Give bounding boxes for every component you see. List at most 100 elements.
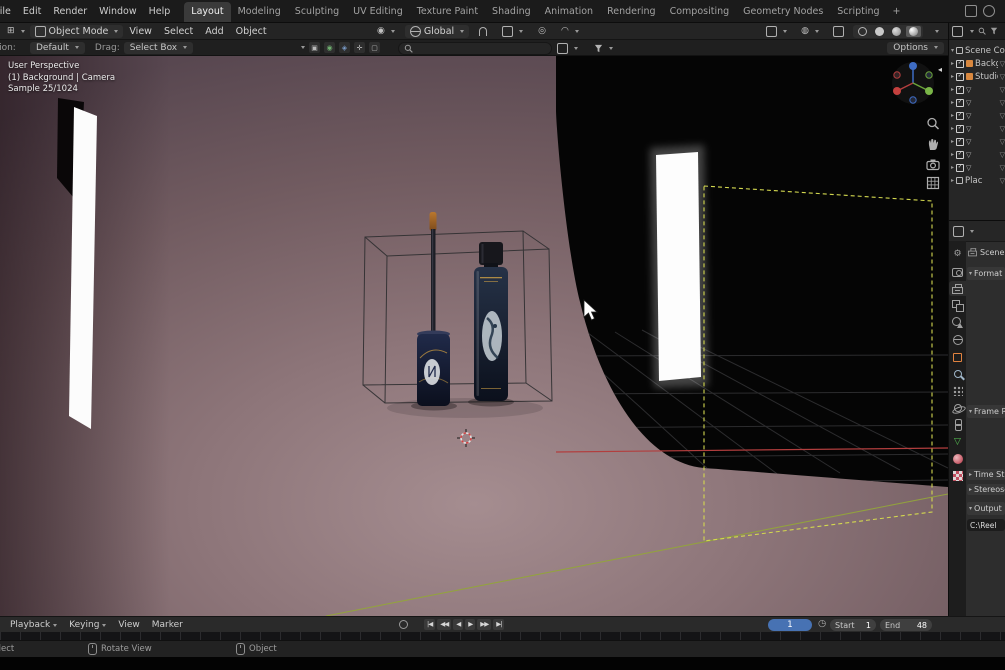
render-visibility-icon[interactable]: ▽ [1000,177,1005,185]
expand-arrow-icon[interactable]: ▸ [951,151,954,158]
render-visibility-icon[interactable]: ▽ [1000,125,1005,133]
pivot-point-dropdown[interactable]: ◉ [372,25,400,37]
prev-keyframe-button[interactable]: ◀◀ [437,619,452,630]
show-overlays-dropdown[interactable]: ◍ [796,25,824,37]
sidebar-expand-arrow[interactable]: ◂ [938,65,942,74]
object-checkbox[interactable]: ✓ [956,85,965,94]
pan-hand-icon[interactable] [925,136,941,152]
tab-animation[interactable]: Animation [538,2,600,22]
shading-material-button[interactable] [889,26,904,37]
outliner-display-mode-icon[interactable] [952,25,963,37]
tab-layout[interactable]: Layout [184,2,231,22]
scene-tab-icon[interactable] [952,317,963,328]
expand-arrow-icon[interactable]: ▸ [951,112,954,119]
expand-arrow-icon[interactable]: ▸ [951,86,954,93]
3d-viewport[interactable]: User Perspective (1) Background | Camera… [0,56,948,616]
outliner-row-object[interactable]: ▸ ✓ ▽ ▽ [949,148,1005,161]
panel-time-stretching[interactable]: ▸Time Stretching [967,469,1005,480]
drag-setting-dropdown[interactable]: Select Box [123,41,194,54]
panel-stereoscopy[interactable]: ▸Stereoscopy [967,484,1005,495]
expand-arrow-icon[interactable]: ▸ [951,60,954,67]
navigation-gizmo[interactable] [888,58,938,108]
outliner-row-object[interactable]: ▸ ✓ ▽ ▽ [949,83,1005,96]
panel-output[interactable]: ▾ Output [967,502,1005,515]
texture-tab-icon[interactable] [952,470,963,481]
tab-shading[interactable]: Shading [485,2,538,22]
frame-start-field[interactable]: Start 1 [830,619,876,631]
menu-help[interactable]: Help [143,6,177,17]
transform-orientation-dropdown[interactable]: Global [404,24,470,38]
collection-checkbox[interactable]: ✓ [956,72,965,81]
frame-end-field[interactable]: End 48 [880,619,932,631]
gizmo-toggle-icon[interactable]: ◈ [339,42,350,53]
render-visibility-icon[interactable]: ▽ [1000,73,1005,81]
tab-geometry-nodes[interactable]: Geometry Nodes [736,2,830,22]
outliner-row-object[interactable]: ▸ ✓ ▽ ▽ [949,135,1005,148]
gizmo-toggle-icon[interactable]: ✛ [354,42,365,53]
orientation-setting-dropdown[interactable]: Default [30,41,85,54]
expand-arrow-icon[interactable]: ▸ [951,73,954,80]
object-tab-icon[interactable] [952,351,963,362]
menu-view[interactable]: View [123,25,158,38]
orthographic-grid-icon[interactable] [925,175,941,191]
tab-compositing[interactable]: Compositing [663,2,737,22]
render-visibility-icon[interactable]: ▽ [1000,99,1005,107]
render-visibility-icon[interactable]: ▽ [1000,60,1005,68]
outliner-row-studio[interactable]: ▸✓ Studio▽ [949,70,1005,83]
falloff-dropdown[interactable]: ◠ [556,25,584,37]
jump-to-end-button[interactable]: ▶| [493,619,505,630]
search-icon[interactable] [978,27,986,35]
menu-add[interactable]: Add [199,25,229,38]
render-visibility-icon[interactable]: ▽ [1000,164,1005,172]
render-visibility-icon[interactable]: ▽ [1000,151,1005,159]
view-layer-selector-icon[interactable] [983,5,995,17]
collection-checkbox[interactable]: ✓ [956,59,965,68]
menu-object[interactable]: Object [230,25,273,38]
camera-view-icon[interactable] [925,156,941,172]
modifiers-tab-icon[interactable] [952,368,963,379]
tab-scripting[interactable]: Scripting [830,2,886,22]
next-keyframe-button[interactable]: ▶▶ [477,619,492,630]
play-reverse-button[interactable]: ◀ [453,619,464,630]
zoom-tool-icon[interactable] [925,116,941,132]
menu-select[interactable]: Select [158,25,199,38]
particles-tab-icon[interactable] [952,385,963,396]
object-checkbox[interactable]: ✓ [956,98,965,107]
tab-rendering[interactable]: Rendering [600,2,663,22]
tab-sculpting[interactable]: Sculpting [288,2,346,22]
render-visibility-icon[interactable]: ▽ [1000,112,1005,120]
jump-to-start-button[interactable]: |◀ [424,619,436,630]
snap-toggle[interactable] [474,26,492,37]
timeline-ruler[interactable] [0,632,1005,640]
tool-tab-icon[interactable]: ⚙ [952,249,963,260]
snap-settings-dropdown[interactable] [497,25,528,38]
funnel-filter-dropdown[interactable] [589,42,618,55]
editor-type-dropdown[interactable]: ⊞ [2,25,30,37]
proportional-edit-toggle[interactable]: ◎ [533,25,551,37]
menu-file[interactable]: File [0,6,17,17]
view-layer-tab-icon[interactable] [952,300,964,312]
properties-editor-icon[interactable] [953,225,964,237]
menu-render[interactable]: Render [47,6,93,17]
output-properties-tab-icon[interactable] [952,283,963,294]
shading-wireframe-button[interactable] [855,26,870,37]
gizmo-toggle-icon[interactable]: ▣ [309,42,320,53]
outliner-row-object[interactable]: ▸ ✓ ▽ ▽ [949,109,1005,122]
tab-modeling[interactable]: Modeling [231,2,288,22]
output-path-field[interactable]: C:\Reel [967,519,1005,531]
outliner-row-object[interactable]: ▸ ✓ ▽ ▽ [949,96,1005,109]
mode-dropdown[interactable]: Object Mode [29,24,124,38]
right-area-light[interactable] [656,152,701,381]
outliner-row-background[interactable]: ▸✓ Background▽ [949,57,1005,70]
panel-format[interactable]: ▾ Format [967,267,1005,280]
menu-marker[interactable]: Marker [146,619,189,631]
xray-toggle[interactable] [828,25,849,38]
current-frame-field[interactable]: 1 [768,619,812,631]
outliner-row-scene-collection[interactable]: ▾ Scene Collection [949,44,1005,57]
show-gizmo-dropdown[interactable] [761,25,792,38]
options-dropdown[interactable]: Options [887,41,944,54]
outliner-row-plac[interactable]: ▸ Plac ▽ [949,174,1005,187]
outliner-row-object[interactable]: ▸ ✓ ▽ ▽ [949,122,1005,135]
auto-keying-toggle[interactable] [399,620,408,629]
menu-playback[interactable]: Playback [4,619,63,631]
